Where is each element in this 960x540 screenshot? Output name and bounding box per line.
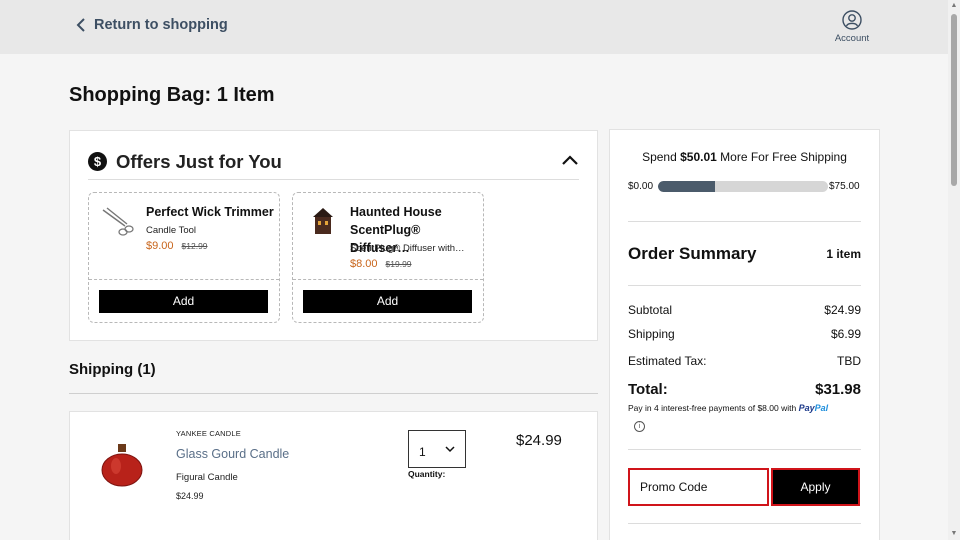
offer-card: Haunted House ScentPlug® Diffuser… Scent… (292, 192, 484, 323)
order-summary-panel: Spend $50.01 More For Free Shipping $0.0… (609, 129, 880, 540)
item-type: Figural Candle (176, 472, 238, 483)
candle-image[interactable] (100, 442, 144, 488)
add-diffuser-button[interactable]: Add (303, 290, 472, 313)
offer-type: ScentPlug® Diffuser with… (350, 243, 465, 254)
offer-type: Candle Tool (146, 225, 197, 236)
total-label: Total: (628, 381, 668, 398)
scroll-up-icon[interactable]: ▲ (950, 2, 958, 10)
free-shipping-message: Spend $50.01 More For Free Shipping (610, 150, 879, 164)
subtotal-label: Subtotal (628, 303, 673, 317)
info-icon[interactable]: i (634, 421, 645, 432)
progress-min: $0.00 (628, 181, 654, 192)
account-label: Account (834, 33, 870, 44)
tax-row: Estimated Tax: TBD (628, 354, 861, 368)
shipping-value: $6.99 (830, 327, 861, 341)
offer-name[interactable]: Perfect Wick Trimmer (146, 203, 274, 221)
page-scrollbar[interactable]: ▲ ▼ (948, 0, 960, 540)
offer-sale-price: $8.00 (350, 258, 378, 270)
item-unit-price: $24.99 (176, 491, 204, 501)
subtotal-value: $24.99 (824, 303, 861, 317)
divider (628, 523, 861, 524)
promo-code-input[interactable] (628, 468, 769, 506)
offer-sale-price: $9.00 (146, 240, 174, 252)
item-name-link[interactable]: Glass Gourd Candle (176, 447, 289, 461)
item-count: 1 item (826, 247, 861, 261)
return-label: Return to shopping (94, 17, 228, 33)
subtotal-row: Subtotal $24.99 (628, 303, 861, 317)
total-row: Total: $31.98 (628, 381, 861, 398)
add-wick-trimmer-button[interactable]: Add (99, 290, 268, 313)
paypal-installments-note: Pay in 4 interest-free payments of $8.00… (628, 403, 828, 413)
shipping-divider (69, 393, 598, 394)
tax-label: Estimated Tax: (628, 354, 707, 368)
diffuser-image (313, 208, 333, 234)
shipping-heading: Shipping (1) (69, 361, 156, 378)
offer-card: Perfect Wick Trimmer Candle Tool $9.00 $1… (88, 192, 280, 323)
free-shipping-prefix: Spend (642, 150, 677, 164)
scroll-thumb[interactable] (951, 14, 957, 186)
offer-price: $8.00 $19.99 (350, 258, 412, 270)
divider (628, 285, 861, 286)
wick-trimmer-image (102, 207, 134, 236)
offers-panel: $ Offers Just for You Perfect Wick Trimm… (69, 130, 598, 341)
scroll-down-icon[interactable]: ▼ (950, 530, 958, 538)
total-value: $31.98 (815, 381, 861, 398)
progress-max: $75.00 (829, 181, 860, 192)
paypal-logo: PayPal (799, 403, 829, 413)
shipping-row: Shipping $6.99 (628, 327, 861, 341)
free-shipping-suffix: More For Free Shipping (720, 150, 847, 164)
free-shipping-progress-bar (658, 181, 828, 192)
offer-price: $9.00 $12.99 (146, 240, 208, 252)
offers-header[interactable]: $ Offers Just for You (88, 144, 579, 180)
quantity-label: Quantity: (408, 469, 446, 479)
offer-divider (293, 279, 483, 280)
divider (628, 449, 861, 450)
divider (628, 221, 861, 222)
paypal-logo-pay: Pay (798, 403, 815, 413)
chevron-up-icon[interactable] (561, 153, 579, 167)
offers-title: Offers Just for You (116, 150, 282, 172)
brand-logo: YANKEE CANDLE (176, 429, 241, 438)
order-summary-title: Order Summary (628, 244, 757, 263)
chevron-left-icon (76, 18, 85, 32)
shipping-label: Shipping (628, 327, 675, 341)
return-to-shopping-link[interactable]: Return to shopping (76, 17, 228, 33)
chevron-down-icon (445, 446, 455, 453)
user-icon (842, 10, 862, 30)
item-price: $24.99 (516, 432, 562, 449)
account-button[interactable]: Account (830, 10, 874, 44)
cart-item: YANKEE CANDLE Glass Gourd Candle Figural… (69, 411, 598, 540)
paypal-logo-pal: Pal (814, 403, 829, 413)
apply-promo-button[interactable]: Apply (771, 468, 860, 506)
offer-divider (89, 279, 279, 280)
quantity-select[interactable]: 1 (408, 430, 466, 468)
tax-value: TBD (837, 354, 861, 368)
dollar-icon: $ (88, 152, 107, 171)
offer-original-price: $19.99 (385, 259, 412, 269)
progress-fill (658, 181, 715, 192)
quantity-value: 1 (419, 445, 426, 459)
top-bar: Return to shopping Account (0, 0, 948, 54)
page-title: Shopping Bag: 1 Item (69, 84, 275, 106)
offer-original-price: $12.99 (181, 241, 208, 251)
free-shipping-amount: $50.01 (680, 150, 717, 164)
paypal-note-text: Pay in 4 interest-free payments of $8.00… (628, 403, 797, 413)
